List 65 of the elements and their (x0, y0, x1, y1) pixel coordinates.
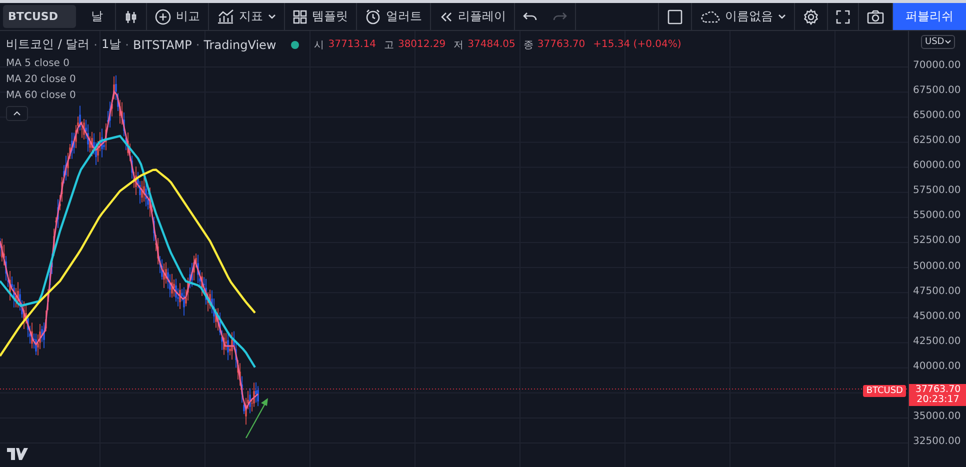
price-tick: 62500.00 (912, 136, 962, 148)
plus-circle-icon (155, 8, 171, 24)
fullscreen-icon (836, 10, 850, 24)
layout-name-button[interactable]: 이름없음 (692, 3, 795, 30)
price-tick: 65000.00 (912, 111, 962, 124)
ohlc-label: 저 (454, 38, 464, 52)
symbol-title: TradingView (204, 38, 276, 52)
price-change: +15.34 (+0.04%) (593, 39, 682, 50)
rewind-icon (439, 10, 453, 24)
camera-icon (867, 10, 884, 24)
symbol-title: BITSTAMP (132, 38, 192, 52)
symbol-title: 비트코인 / 달러 (6, 36, 90, 53)
market-status-icon (290, 40, 300, 50)
price-tick: 42500.00 (912, 336, 962, 349)
ohlc-label: 시 (314, 38, 324, 52)
bar-chart-icon (217, 9, 234, 24)
currency-button[interactable]: USD (921, 35, 956, 49)
square-icon (667, 8, 683, 24)
indicator-label[interactable]: MA 20 close 0 (6, 74, 682, 85)
publish-button[interactable]: 퍼블리쉬 (893, 3, 966, 30)
chevron-up-icon (13, 111, 21, 116)
symbol-tag: BTCUSD (863, 385, 906, 397)
collapse-button[interactable] (6, 106, 28, 121)
price-tick: 47500.00 (912, 286, 962, 299)
caret-icon (268, 14, 276, 20)
price-tick: 40000.00 (912, 362, 962, 374)
templates-button[interactable]: 템플릿 (285, 3, 357, 30)
symbol-title: 1날 (102, 36, 122, 53)
ohlc-label: 고 (384, 38, 394, 52)
price-tick: 32500.00 (912, 436, 962, 449)
ohlc-value: 38012.29 (398, 39, 446, 50)
settings-icon (803, 8, 819, 24)
price-tick: 35000.00 (912, 412, 962, 424)
symbol-search-field[interactable]: BTCUSD (3, 5, 76, 28)
price-tick: 45000.00 (912, 312, 962, 324)
price-tick: 67500.00 (912, 86, 962, 98)
ohlc-value: 37713.14 (328, 39, 376, 50)
last-price: 37763.70 (915, 385, 961, 395)
alarm-clock-icon (365, 8, 381, 24)
trend-arrow[interactable] (245, 398, 268, 438)
price-tick: 57500.00 (912, 186, 962, 198)
ohlc-value: 37763.70 (537, 39, 586, 50)
separator-dot: · (94, 38, 98, 52)
compare-button[interactable]: 비교 (147, 3, 209, 30)
caret-icon (945, 40, 952, 44)
grid-icon (293, 10, 307, 24)
price-tick: 60000.00 (912, 161, 962, 174)
cloud-icon (700, 10, 720, 24)
indicators-button[interactable]: 지표 (209, 3, 285, 30)
interval-button[interactable]: 날 (79, 3, 116, 30)
candlestick-icon (124, 10, 138, 24)
indicator-label[interactable]: MA 5 close 0 (6, 58, 682, 69)
separator-dot: · (125, 38, 129, 52)
price-tick: 70000.00 (912, 61, 962, 73)
ohlc-label: 종 (523, 38, 534, 52)
replay-button[interactable]: 리플레이 (431, 3, 515, 30)
price-tick: 50000.00 (912, 262, 962, 274)
alerts-button[interactable]: 얼러트 (357, 3, 431, 30)
separator-dot: · (196, 38, 200, 52)
ohlc-value: 37484.05 (468, 39, 516, 50)
caret-icon (778, 14, 786, 20)
price-tick: 55000.00 (912, 211, 962, 224)
indicator-label[interactable]: MA 60 close 0 (6, 90, 682, 101)
price-tick: 52500.00 (912, 236, 962, 248)
bar-countdown: 20:23:17 (916, 395, 960, 405)
